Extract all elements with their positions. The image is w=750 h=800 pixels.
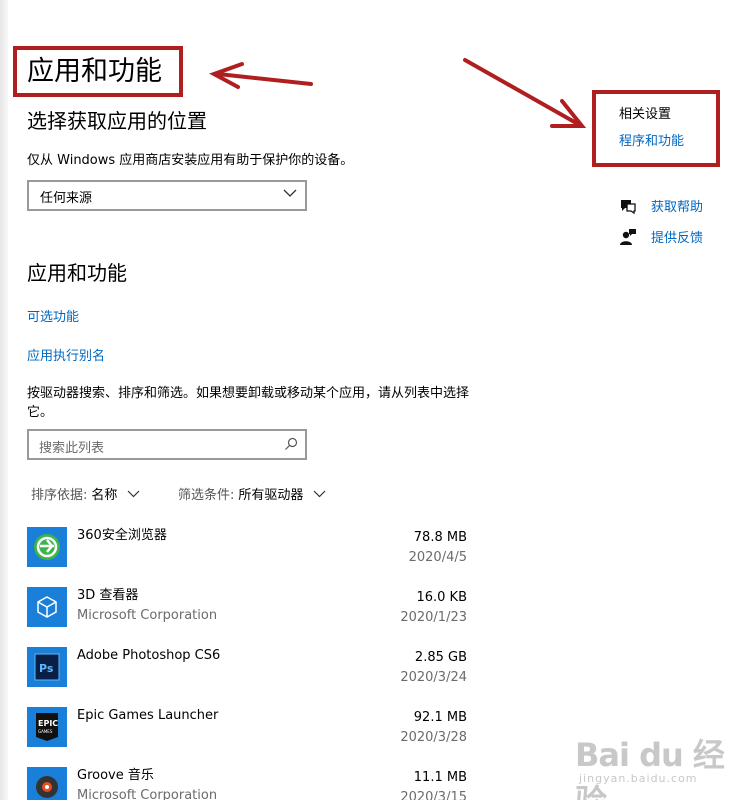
location-heading: 选择获取应用的位置 — [27, 109, 207, 133]
give-feedback-link[interactable]: 提供反馈 — [619, 227, 703, 246]
filter-label: 筛选条件: — [178, 488, 235, 503]
app-name: 360安全浏览器 — [77, 528, 167, 543]
app-publisher: Microsoft Corporation — [77, 788, 218, 800]
360-browser-icon — [27, 527, 67, 567]
baidu-jingyan-watermark: Bai du 经验 jingyan.baidu.com — [575, 730, 725, 800]
filter-drive-dropdown[interactable]: 筛选条件: 所有驱动器 — [178, 484, 326, 503]
app-list-item[interactable]: Groove 音乐 Microsoft Corporation 11.1 MB … — [27, 767, 467, 800]
app-date: 2020/3/28 — [400, 730, 467, 745]
app-date: 2020/1/23 — [400, 610, 467, 625]
app-source-dropdown[interactable]: 任何来源 — [27, 180, 307, 211]
app-size: 11.1 MB — [413, 770, 467, 785]
programs-features-link[interactable]: 程序和功能 — [619, 130, 684, 149]
svg-text:EPIC: EPIC — [38, 719, 58, 728]
app-name: Groove 音乐 — [77, 768, 154, 783]
app-size: 2.85 GB — [414, 650, 467, 665]
get-help-link[interactable]: 获取帮助 — [619, 196, 703, 215]
app-name: Adobe Photoshop CS6 — [77, 648, 221, 663]
optional-features-link[interactable]: 可选功能 — [27, 306, 79, 325]
related-settings-heading: 相关设置 — [619, 107, 672, 122]
annotation-related-box — [592, 90, 720, 167]
app-date: 2020/3/24 — [400, 670, 467, 685]
dropdown-value: 任何来源 — [40, 191, 93, 206]
get-help-label: 获取帮助 — [651, 200, 704, 215]
app-execution-alias-link[interactable]: 应用执行别名 — [27, 345, 105, 364]
search-icon — [285, 437, 298, 450]
watermark-logo: Bai du 经验 — [575, 736, 725, 800]
chevron-down-icon — [313, 490, 326, 497]
search-placeholder: 搜索此列表 — [39, 441, 105, 456]
chat-help-icon — [621, 199, 636, 214]
chevron-down-icon — [127, 490, 140, 497]
arrow-to-related — [463, 58, 580, 126]
app-size: 16.0 KB — [416, 590, 467, 605]
svg-text:Ps: Ps — [39, 662, 54, 675]
arrow-to-title — [216, 72, 313, 86]
apps-instructions: 按驱动器搜索、排序和筛选。如果想要卸载或移动某个应用，请从列表中选择它。 — [27, 386, 470, 420]
app-size: 78.8 MB — [413, 530, 467, 545]
app-date: 2020/4/5 — [408, 550, 467, 565]
search-list-input[interactable]: 搜索此列表 — [27, 429, 307, 460]
app-list-item[interactable]: 360安全浏览器 78.8 MB 2020/4/5 — [27, 527, 467, 577]
app-name: 3D 查看器 — [77, 588, 139, 603]
app-date: 2020/3/15 — [400, 790, 467, 800]
epic-games-icon: EPIC GAMES — [27, 707, 67, 747]
app-name: Epic Games Launcher — [77, 708, 219, 723]
window-left-edge — [0, 0, 8, 800]
sort-label: 排序依据: — [31, 488, 88, 503]
watermark-url: jingyan.baidu.com — [579, 772, 698, 785]
groove-music-icon — [27, 767, 67, 800]
page-title: 应用和功能 — [27, 56, 162, 87]
app-list-item[interactable]: EPIC GAMES Epic Games Launcher 92.1 MB 2… — [27, 707, 467, 757]
feedback-person-icon — [620, 228, 636, 245]
app-publisher: Microsoft Corporation — [77, 608, 218, 623]
filter-value: 所有驱动器 — [238, 488, 304, 503]
give-feedback-label: 提供反馈 — [651, 231, 704, 246]
location-description: 仅从 Windows 应用商店安装应用有助于保护你的设备。 — [27, 153, 354, 168]
app-size: 92.1 MB — [413, 710, 467, 725]
app-list-item[interactable]: Ps Adobe Photoshop CS6 2.85 GB 2020/3/24 — [27, 647, 467, 697]
photoshop-icon: Ps — [27, 647, 67, 687]
3d-viewer-icon — [27, 587, 67, 627]
chevron-down-icon — [283, 189, 297, 197]
sort-by-dropdown[interactable]: 排序依据: 名称 — [31, 484, 140, 503]
apps-heading: 应用和功能 — [27, 261, 127, 285]
svg-text:GAMES: GAMES — [38, 729, 53, 734]
app-list-item[interactable]: 3D 查看器 Microsoft Corporation 16.0 KB 202… — [27, 587, 467, 637]
sort-value: 名称 — [91, 488, 118, 503]
